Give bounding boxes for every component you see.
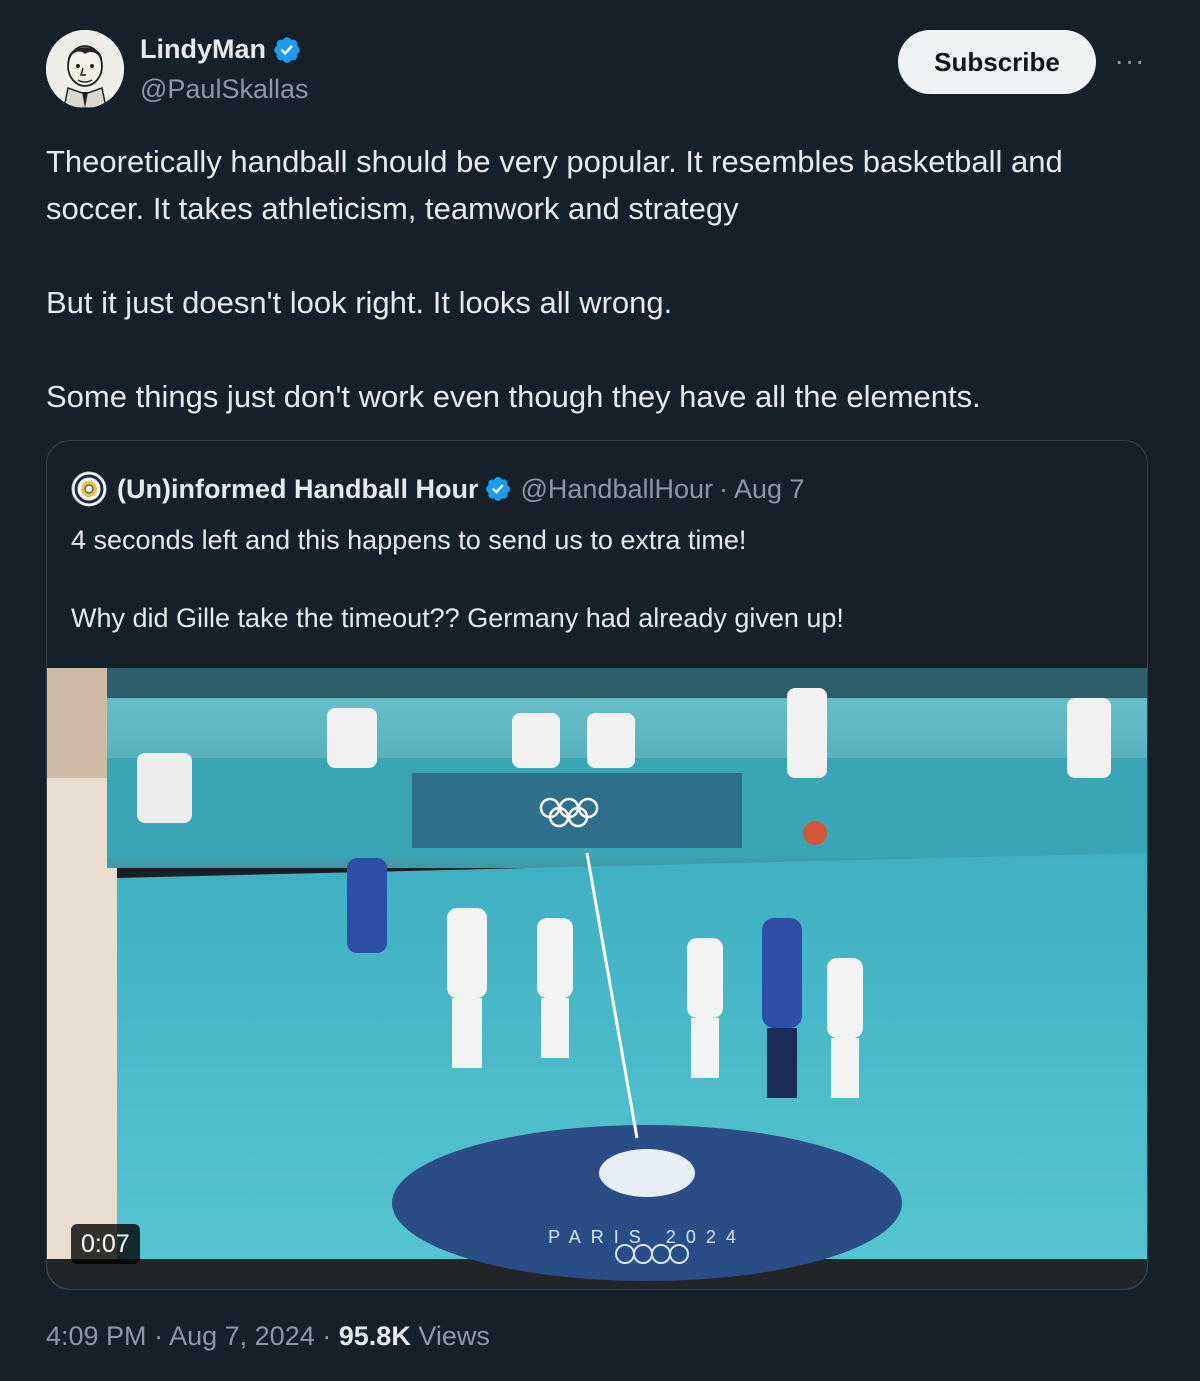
tweet-time[interactable]: 4:09 PM: [46, 1321, 147, 1351]
separator-dot: ·: [322, 1321, 332, 1351]
quoted-tweet-card[interactable]: (Un)informed Handball Hour @HandballHour…: [46, 440, 1148, 1290]
quoted-tweet-header: (Un)informed Handball Hour @HandballHour…: [71, 471, 805, 507]
separator-dot: ·: [154, 1321, 164, 1351]
quoted-author-avatar[interactable]: [71, 471, 107, 507]
subscribe-button[interactable]: Subscribe: [898, 30, 1096, 94]
more-icon[interactable]: ···: [1112, 46, 1148, 76]
avatar-illustration: [46, 30, 124, 108]
tweet-paragraph: But it just doesn't look right. It looks…: [46, 285, 673, 320]
quoted-tweet-text: 4 seconds left and this happens to send …: [71, 521, 1121, 638]
tweet-text: Theoretically handball should be very po…: [46, 138, 1156, 420]
author-avatar[interactable]: [46, 30, 124, 108]
video-player[interactable]: PARIS 2024 0:07: [47, 668, 1147, 1289]
tweet: LindyMan @PaulSkallas Subscribe ··· Theo…: [0, 0, 1200, 1381]
author-handle[interactable]: @PaulSkallas: [140, 74, 309, 105]
quoted-paragraph: Why did Gille take the timeout?? Germany…: [71, 603, 844, 633]
quoted-tweet-date[interactable]: Aug 7: [734, 474, 805, 505]
quoted-author-name[interactable]: (Un)informed Handball Hour: [117, 474, 478, 505]
views-count[interactable]: 95.8K: [339, 1321, 411, 1351]
quoted-paragraph: 4 seconds left and this happens to send …: [71, 525, 747, 555]
video-duration-badge: 0:07: [71, 1224, 140, 1264]
verified-badge-icon: [486, 477, 511, 501]
tweet-paragraph: Theoretically handball should be very po…: [46, 144, 1063, 226]
quoted-author-handle[interactable]: @HandballHour: [520, 474, 713, 505]
video-thumbnail: PARIS 2024: [47, 668, 1147, 1289]
author-name-text[interactable]: LindyMan: [140, 34, 266, 65]
tweet-meta: 4:09 PM · Aug 7, 2024 · 95.8K Views: [46, 1321, 490, 1352]
separator-dot: ·: [719, 473, 728, 504]
tweet-date[interactable]: Aug 7, 2024: [169, 1321, 315, 1351]
verified-badge-icon: [274, 36, 300, 63]
venue-text: PARIS 2024: [548, 1227, 746, 1247]
views-label: Views: [418, 1321, 490, 1351]
author-name[interactable]: LindyMan: [140, 34, 302, 65]
tweet-paragraph: Some things just don't work even though …: [46, 379, 981, 414]
